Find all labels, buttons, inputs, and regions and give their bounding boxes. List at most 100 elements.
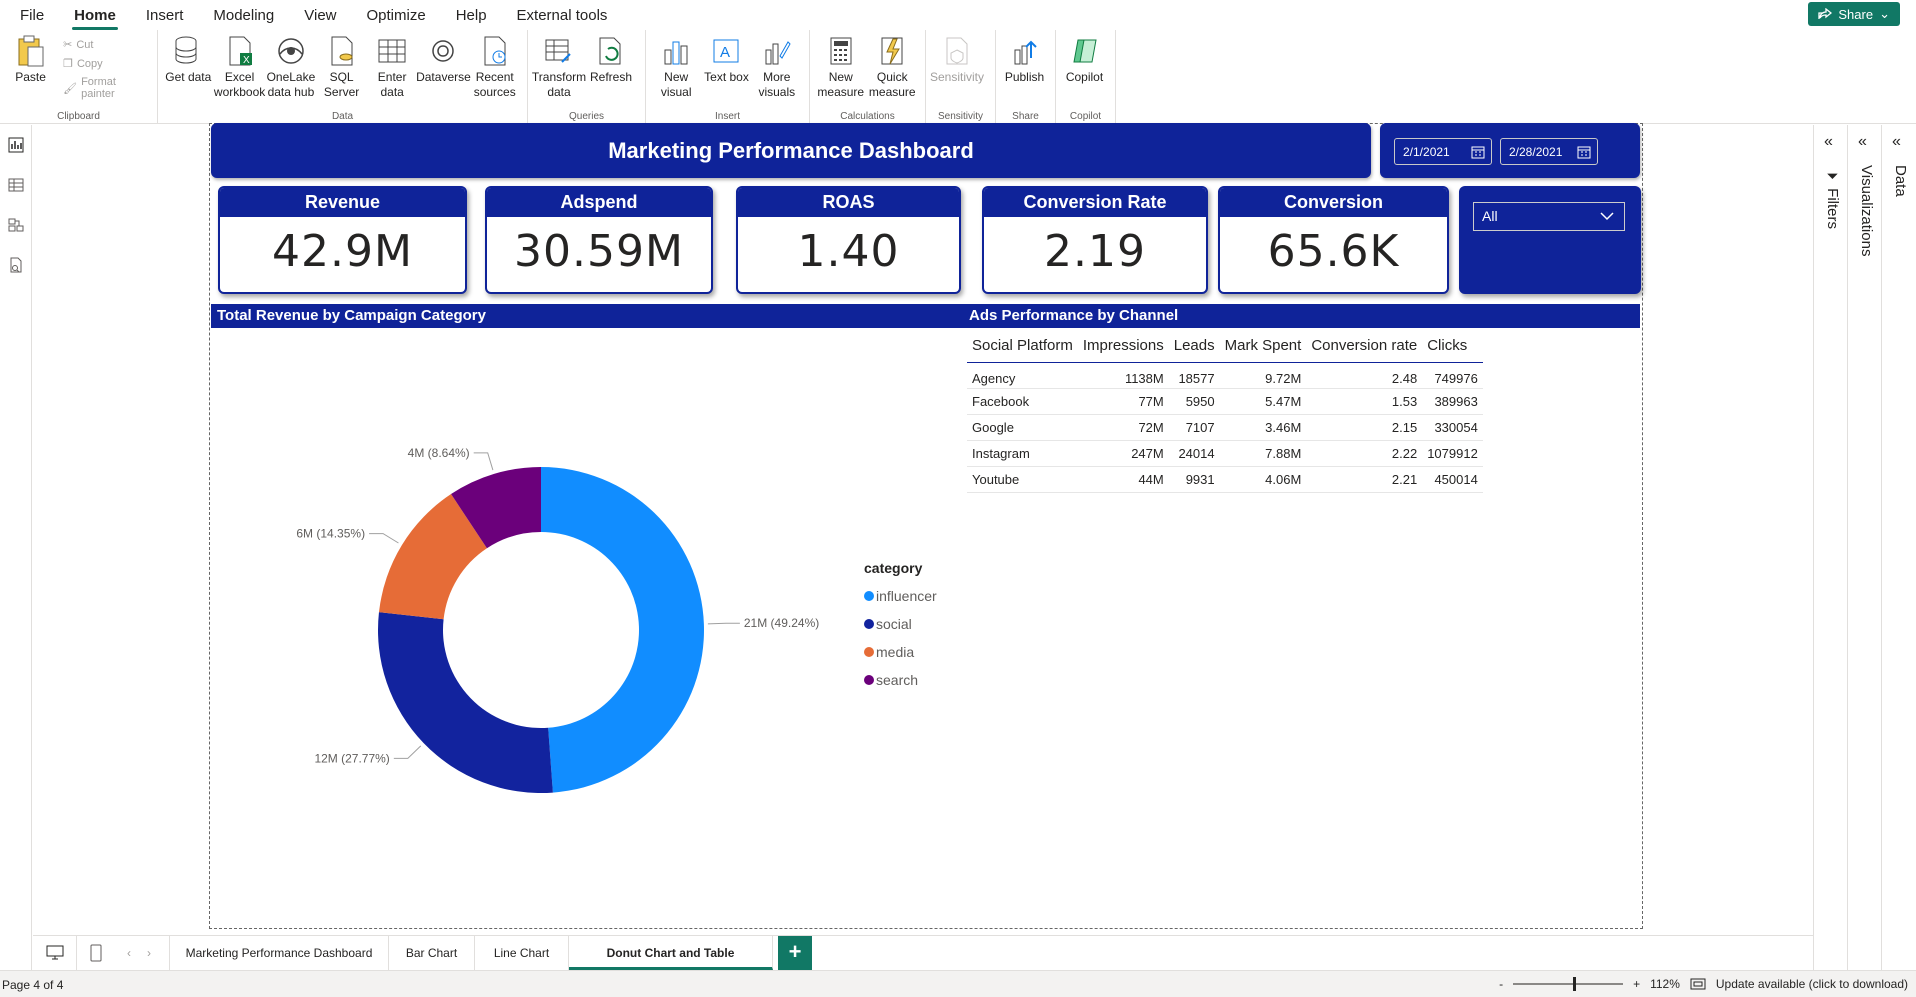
calendar-icon[interactable] <box>1471 145 1485 159</box>
column-header[interactable]: Social Platform <box>967 330 1078 363</box>
kpi-card-conversion-rate[interactable]: Conversion Rate 2.19 <box>982 186 1208 294</box>
get-data-label: Get data <box>165 70 212 84</box>
mobile-layout-button[interactable] <box>77 936 115 970</box>
kpi-card-adspend[interactable]: Adspend 30.59M <box>485 186 713 294</box>
collapse-left-icon[interactable]: « <box>1892 133 1901 151</box>
start-date-input[interactable]: 2/1/2021 <box>1394 138 1492 165</box>
onelake-label: OneLake data hub <box>266 70 316 99</box>
enter-data-label: Enter data <box>377 70 407 99</box>
column-header[interactable]: Impressions <box>1077 330 1169 363</box>
table-cell: 44M <box>1077 466 1169 493</box>
next-page-arrow[interactable]: › <box>139 936 159 970</box>
tab-marketing-performance-dashboard[interactable]: Marketing Performance Dashboard <box>169 936 389 970</box>
cut-button[interactable]: ✂ Cut <box>63 38 151 52</box>
report-view-icon <box>8 137 24 153</box>
table-cell: 24014 <box>1168 440 1220 467</box>
ribbon-group-share: Publish Share <box>996 30 1056 124</box>
transform-label: Transform data <box>531 70 587 99</box>
column-header[interactable]: Leads <box>1168 330 1220 363</box>
category-slicer: All <box>1459 186 1641 294</box>
publish-label: Publish <box>1004 70 1045 84</box>
table-section-header: Ads Performance by Channel <box>963 304 1640 328</box>
kpi-card-conversion[interactable]: Conversion 65.6K <box>1218 186 1449 294</box>
add-page-button[interactable]: + <box>778 936 812 970</box>
tab-donut-chart-and-table[interactable]: Donut Chart and Table <box>569 936 773 970</box>
dataverse-icon <box>426 34 460 68</box>
zoom-in-button[interactable]: + <box>1633 977 1640 991</box>
update-available-link[interactable]: Update available (click to download) <box>1716 977 1908 991</box>
format-painter-button[interactable]: 🖌 Format painter <box>63 76 151 100</box>
table-row[interactable]: Agency 1138M 18577 9.72M 2.48 749976 <box>967 362 1483 389</box>
filters-pane[interactable]: « ⏷ Filters <box>1813 125 1847 970</box>
ads-performance-table[interactable]: Social Platform Impressions Leads Mark S… <box>967 330 1483 493</box>
legend-item-social[interactable]: social <box>864 610 937 638</box>
legend-item-influencer[interactable]: influencer <box>864 582 937 610</box>
menu-external-tools[interactable]: External tools <box>517 7 608 24</box>
data-pane[interactable]: « Data <box>1881 125 1916 970</box>
more-visuals-label: More visuals <box>758 70 796 99</box>
kpi-label: ROAS <box>738 188 959 217</box>
tab-bar-chart[interactable]: Bar Chart <box>389 936 475 970</box>
zoom-out-button[interactable]: - <box>1499 977 1503 991</box>
table-row[interactable]: Google 72M 7107 3.46M 2.15 330054 <box>967 414 1483 441</box>
kpi-card-revenue[interactable]: Revenue 42.9M <box>218 186 467 294</box>
insert-group-title: Insert <box>714 111 740 122</box>
zoom-slider-thumb[interactable] <box>1573 977 1577 991</box>
kpi-label: Adspend <box>487 188 711 217</box>
share-button[interactable]: Share ⌄ <box>1808 2 1900 26</box>
table-cell: 389963 <box>1422 388 1483 415</box>
menu-bar: File Home Insert Modeling View Optimize … <box>0 0 1916 30</box>
menu-help[interactable]: Help <box>456 7 487 24</box>
dax-query-icon <box>10 257 22 273</box>
table-cell: 2.15 <box>1306 414 1423 441</box>
page-indicator: Page 4 of 4 <box>2 978 64 992</box>
table-row[interactable]: Facebook 77M 5950 5.47M 1.53 389963 <box>967 388 1483 415</box>
tab-line-chart[interactable]: Line Chart <box>475 936 569 970</box>
desktop-layout-button[interactable] <box>33 936 77 970</box>
table-row[interactable]: Youtube 44M 9931 4.06M 2.21 450014 <box>967 466 1483 493</box>
slicer-dropdown[interactable]: All <box>1473 202 1625 231</box>
data-group-title: Data <box>331 111 354 122</box>
table-cell: Facebook <box>967 388 1078 415</box>
report-view-button[interactable] <box>0 125 32 165</box>
database-icon <box>171 34 205 68</box>
table-cell: Google <box>967 414 1078 441</box>
menu-home[interactable]: Home <box>72 7 118 30</box>
previous-page-arrow[interactable]: ‹ <box>119 936 139 970</box>
filters-pane-label: ⏷ Filters <box>1824 169 1841 229</box>
recent-sources-label: Recent sources <box>473 70 516 99</box>
column-header[interactable]: Mark Spent <box>1219 330 1307 363</box>
copy-button[interactable]: ❐ Copy <box>63 57 151 71</box>
fit-to-page-icon[interactable] <box>1690 978 1706 990</box>
end-date-input[interactable]: 2/28/2021 <box>1500 138 1598 165</box>
collapse-left-icon[interactable]: « <box>1824 133 1833 151</box>
table-cell: 72M <box>1077 414 1169 441</box>
collapse-left-icon[interactable]: « <box>1858 133 1867 151</box>
column-header[interactable]: Conversion rate <box>1306 330 1423 363</box>
clock-file-icon <box>478 34 512 68</box>
legend-dot <box>864 619 874 629</box>
menu-view[interactable]: View <box>304 7 336 24</box>
visualizations-pane[interactable]: « Visualizations <box>1847 125 1881 970</box>
zoom-slider[interactable] <box>1513 977 1624 991</box>
kpi-card-roas[interactable]: ROAS 1.40 <box>736 186 961 294</box>
menu-modeling[interactable]: Modeling <box>213 7 274 24</box>
donut-slice-social[interactable] <box>378 612 553 793</box>
table-view-button[interactable] <box>0 165 32 205</box>
clipboard-group-title: Clipboard <box>57 111 100 122</box>
table-row[interactable]: Instagram 247M 24014 7.88M 2.22 1079912 <box>967 440 1483 467</box>
new-measure-label: New measure <box>817 70 865 99</box>
menu-insert[interactable]: Insert <box>146 7 184 24</box>
donut-slice-influencer[interactable] <box>541 467 704 793</box>
dax-query-view-button[interactable] <box>0 245 32 285</box>
calculations-group-title: Calculations <box>840 111 895 122</box>
column-header[interactable]: Clicks <box>1422 330 1483 363</box>
model-view-button[interactable] <box>0 205 32 245</box>
menu-file[interactable]: File <box>20 7 44 24</box>
calendar-icon[interactable] <box>1577 145 1591 159</box>
legend-item-media[interactable]: media <box>864 638 937 666</box>
ribbon-group-sensitivity: Sensitivity Sensitivity <box>926 30 996 124</box>
legend-item-search[interactable]: search <box>864 666 937 694</box>
menu-optimize[interactable]: Optimize <box>367 7 426 24</box>
donut-chart[interactable]: 21M (49.24%) 12M (27.77%) 6M (14.35%) 4M (8… <box>211 330 851 890</box>
